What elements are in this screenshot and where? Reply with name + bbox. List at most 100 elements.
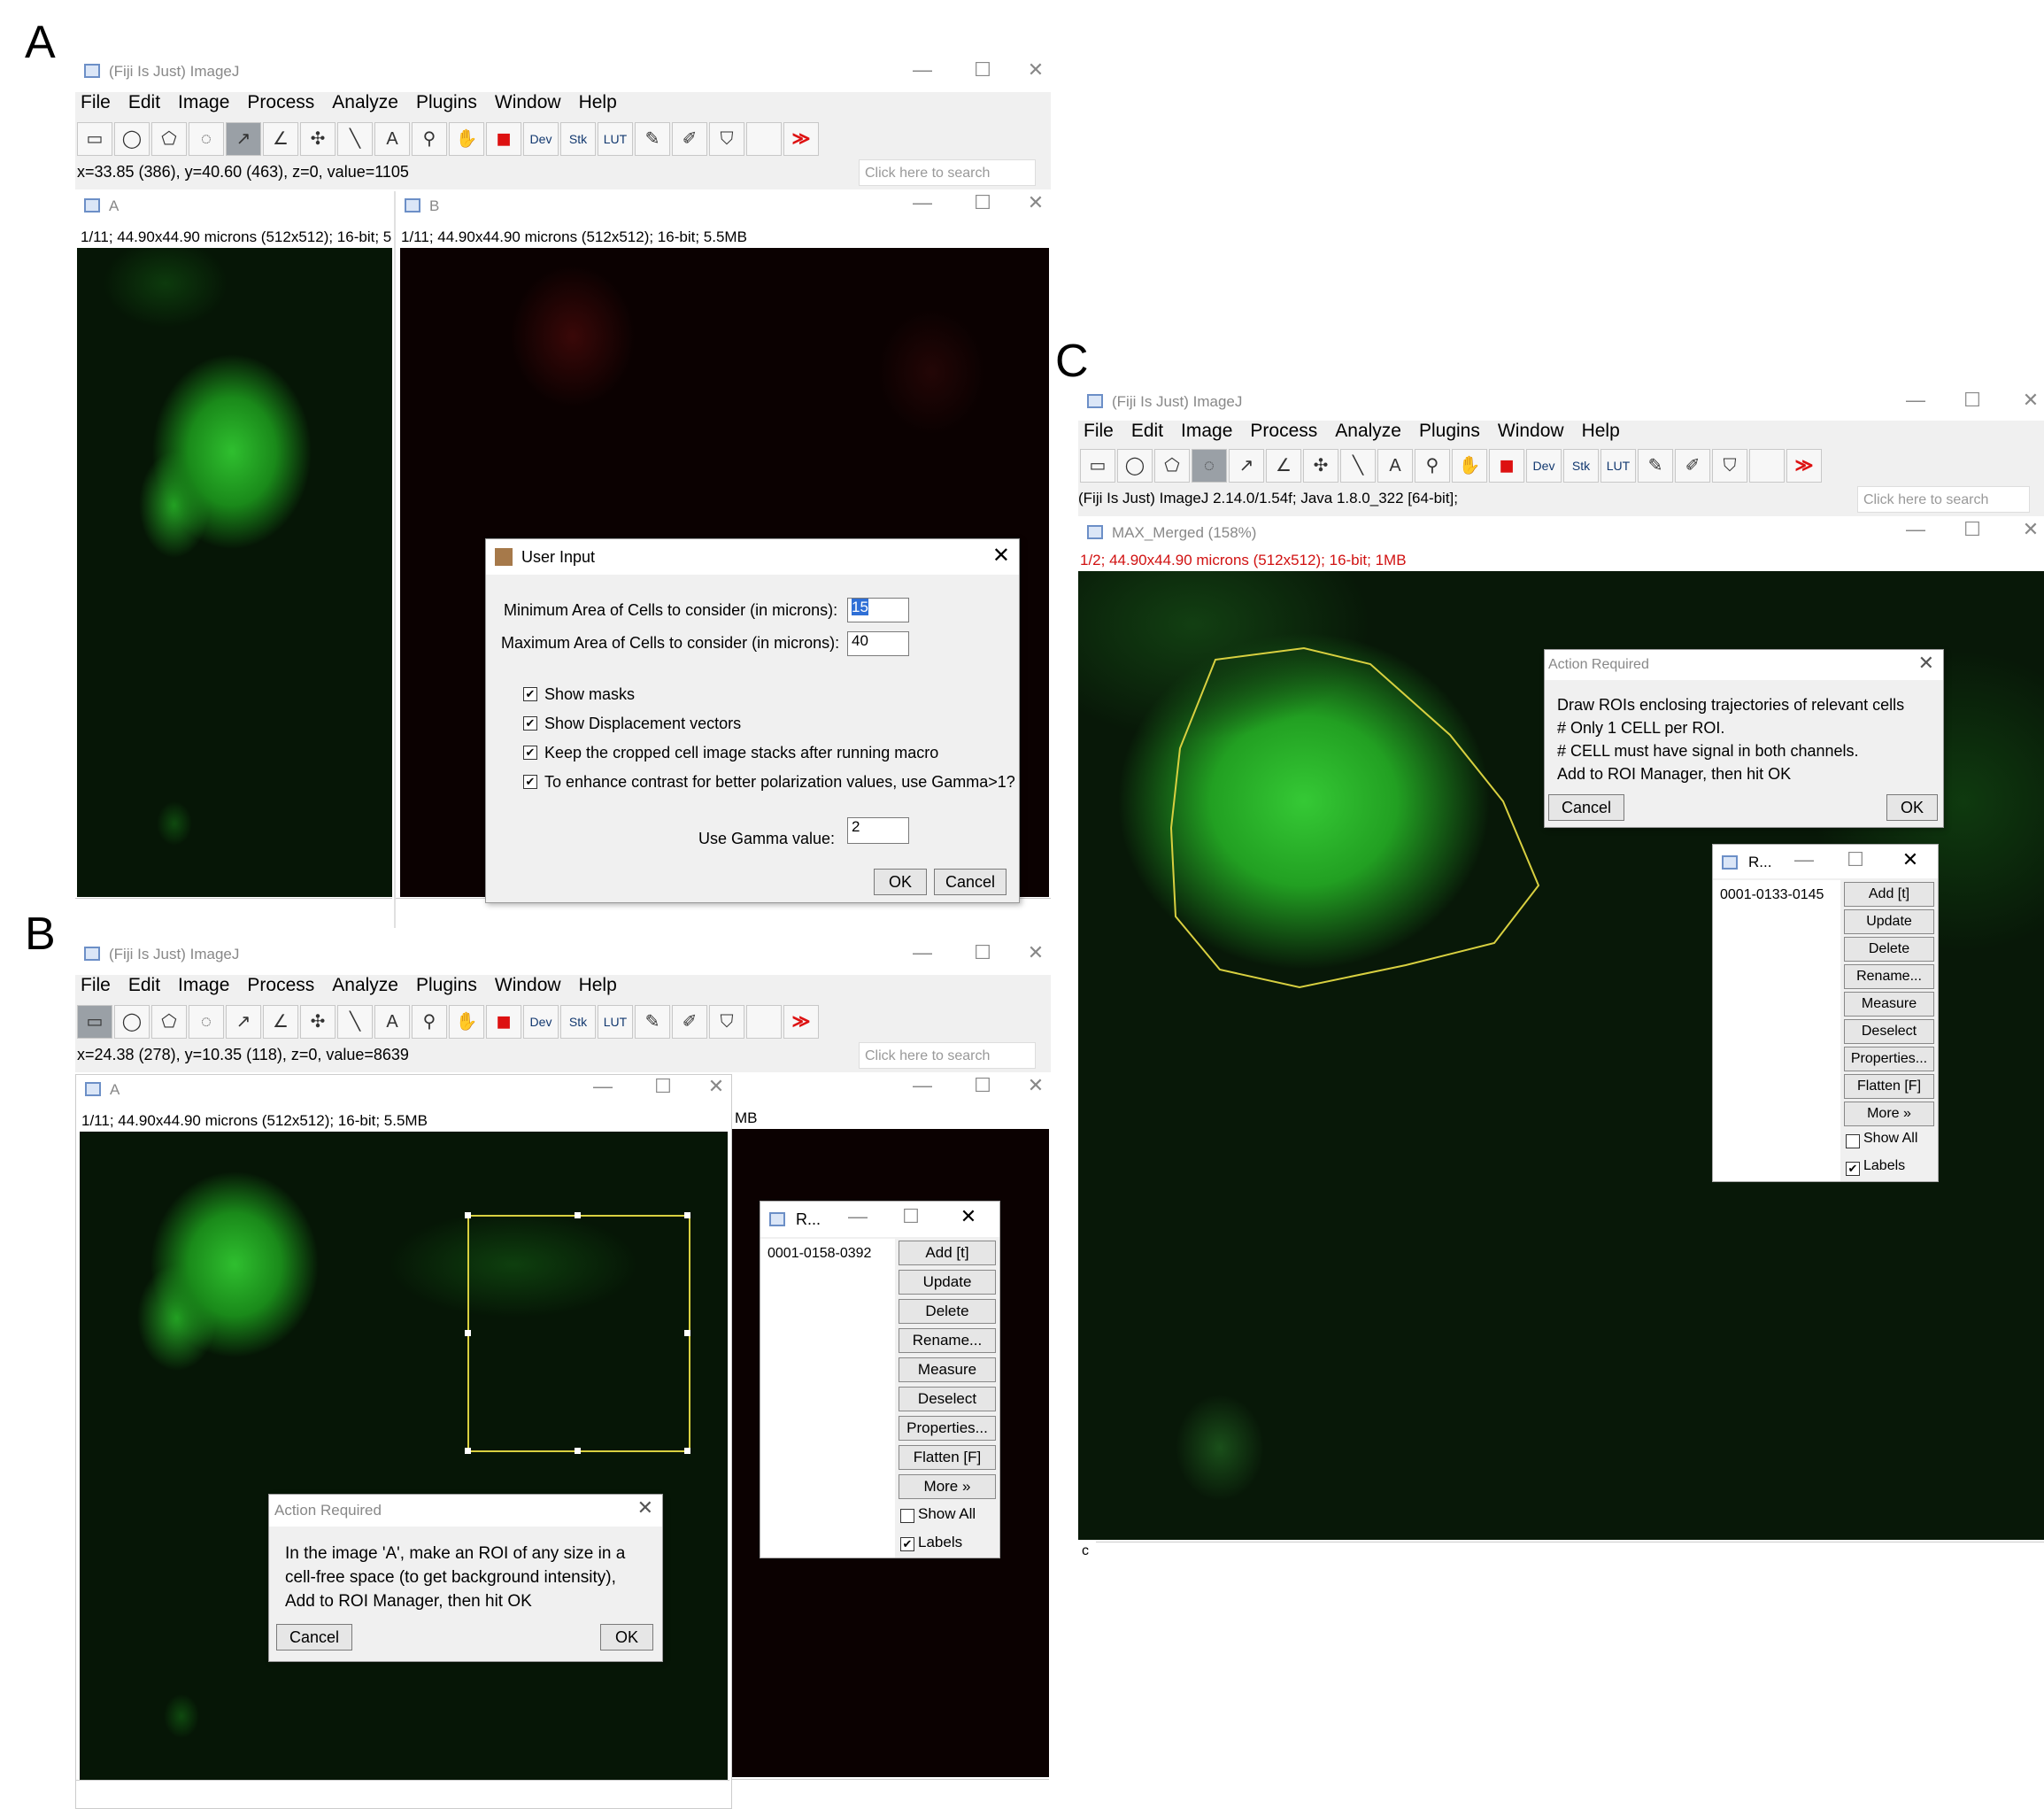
close-button[interactable]: ✕ <box>1022 191 1049 214</box>
oval-tool-icon[interactable]: ◯ <box>114 1005 150 1039</box>
delete-roi-button[interactable]: Delete <box>1844 937 1934 962</box>
properties-button[interactable]: Properties... <box>899 1416 996 1441</box>
add-roi-button[interactable]: Add [t] <box>899 1241 996 1265</box>
polygon-tool-icon[interactable]: ⬠ <box>151 122 187 156</box>
ok-button[interactable]: OK <box>1886 794 1938 821</box>
menu-plugins[interactable]: Plugins <box>416 92 477 113</box>
keep-stacks-checkbox[interactable]: ✔ <box>523 746 537 760</box>
magnifier-tool-icon[interactable]: ⚲ <box>412 1005 447 1039</box>
line-tool-icon[interactable]: ↗ <box>1229 449 1264 483</box>
menu-file[interactable]: File <box>1084 421 1114 442</box>
lut-menu-button[interactable]: LUT <box>1600 449 1636 483</box>
close-icon[interactable]: ✕ <box>1918 652 1934 675</box>
menu-file[interactable]: File <box>81 92 111 113</box>
flatten-button[interactable]: Flatten [F] <box>899 1445 996 1470</box>
flood-fill-tool-icon[interactable]: ⛉ <box>1712 449 1747 483</box>
close-icon[interactable]: ✕ <box>992 543 1010 568</box>
close-button[interactable]: ✕ <box>2017 389 2044 412</box>
update-roi-button[interactable]: Update <box>1844 909 1934 934</box>
rectangle-tool-icon[interactable]: ▭ <box>1080 449 1115 483</box>
close-button[interactable]: ✕ <box>2017 518 2044 541</box>
menu-analyze[interactable]: Analyze <box>1335 421 1401 442</box>
minimize-button[interactable]: — <box>1791 848 1817 871</box>
menu-window[interactable]: Window <box>495 92 561 113</box>
menu-help[interactable]: Help <box>579 92 617 113</box>
measure-button[interactable]: Measure <box>899 1357 996 1382</box>
max-area-input[interactable]: 40 <box>847 631 909 656</box>
ok-button[interactable]: OK <box>874 869 927 895</box>
line-tool-icon[interactable]: ↗ <box>226 122 261 156</box>
menu-edit[interactable]: Edit <box>128 92 160 113</box>
maximize-button[interactable]: ☐ <box>969 58 996 81</box>
minimize-button[interactable]: — <box>909 58 936 81</box>
stk-menu-button[interactable]: Stk <box>560 1005 596 1039</box>
color-picker-icon[interactable]: ◼ <box>486 122 521 156</box>
rectangle-tool-icon[interactable]: ▭ <box>77 122 112 156</box>
roi-handle[interactable] <box>575 1212 581 1218</box>
oval-tool-icon[interactable]: ◯ <box>1117 449 1153 483</box>
wand-tool-icon[interactable]: ╲ <box>337 1005 373 1039</box>
menu-window[interactable]: Window <box>495 975 561 996</box>
minimize-button[interactable]: — <box>1902 518 1929 541</box>
point-tool-icon[interactable]: ✣ <box>300 1005 336 1039</box>
maximize-button[interactable]: ☐ <box>969 941 996 964</box>
hand-tool-icon[interactable]: ✋ <box>1452 449 1487 483</box>
roi-handle[interactable] <box>684 1212 690 1218</box>
roi-list[interactable]: 0001-0133-0145 <box>1713 880 1840 1181</box>
roi-list-item[interactable]: 0001-0158-0392 <box>767 1246 871 1262</box>
freehand-tool-icon[interactable]: ◌ <box>189 122 224 156</box>
text-tool-icon[interactable]: A <box>374 1005 410 1039</box>
labels-checkbox[interactable]: ✔ <box>1846 1162 1860 1176</box>
color-picker-icon[interactable]: ◼ <box>1489 449 1524 483</box>
freehand-tool-icon[interactable]: ◌ <box>1192 449 1227 483</box>
color-picker-icon[interactable]: ◼ <box>486 1005 521 1039</box>
freehand-tool-icon[interactable]: ◌ <box>189 1005 224 1039</box>
update-roi-button[interactable]: Update <box>899 1270 996 1295</box>
text-tool-icon[interactable]: A <box>1377 449 1413 483</box>
wand-tool-icon[interactable]: ╲ <box>1340 449 1376 483</box>
close-button[interactable]: ✕ <box>1897 848 1924 871</box>
angle-tool-icon[interactable]: ∠ <box>263 122 298 156</box>
hand-tool-icon[interactable]: ✋ <box>449 1005 484 1039</box>
gamma-value-input[interactable]: 2 <box>847 817 909 844</box>
menu-edit[interactable]: Edit <box>128 975 160 996</box>
min-area-input[interactable]: 15 <box>847 598 909 622</box>
magnifier-tool-icon[interactable]: ⚲ <box>1415 449 1450 483</box>
search-box[interactable]: Click here to search <box>859 1042 1036 1069</box>
brush-tool-icon[interactable]: ✐ <box>1675 449 1710 483</box>
show-masks-checkbox[interactable]: ✔ <box>523 687 537 701</box>
magnifier-tool-icon[interactable]: ⚲ <box>412 122 447 156</box>
menu-help[interactable]: Help <box>1582 421 1620 442</box>
lut-menu-button[interactable]: LUT <box>598 1005 633 1039</box>
polygon-tool-icon[interactable]: ⬠ <box>151 1005 187 1039</box>
maximize-button[interactable]: ☐ <box>1959 518 1986 541</box>
image-scrollbar[interactable] <box>731 1779 1049 1801</box>
maximize-button[interactable]: ☐ <box>969 1074 996 1097</box>
roi-list[interactable]: 0001-0158-0392 <box>760 1239 895 1558</box>
menu-plugins[interactable]: Plugins <box>1419 421 1480 442</box>
rename-roi-button[interactable]: Rename... <box>1844 964 1934 989</box>
menu-analyze[interactable]: Analyze <box>332 975 398 996</box>
rename-roi-button[interactable]: Rename... <box>899 1328 996 1353</box>
delete-roi-button[interactable]: Delete <box>899 1299 996 1324</box>
menu-window[interactable]: Window <box>1498 421 1564 442</box>
measure-button[interactable]: Measure <box>1844 992 1934 1017</box>
text-tool-icon[interactable]: A <box>374 122 410 156</box>
pencil-tool-icon[interactable]: ✎ <box>1638 449 1673 483</box>
roi-rectangle[interactable] <box>467 1215 690 1452</box>
properties-button[interactable]: Properties... <box>1844 1047 1934 1071</box>
search-box[interactable]: Click here to search <box>859 159 1036 186</box>
minimize-button[interactable]: — <box>909 1074 936 1097</box>
minimize-button[interactable]: — <box>909 191 936 214</box>
stk-menu-button[interactable]: Stk <box>1563 449 1599 483</box>
rectangle-tool-icon[interactable]: ▭ <box>77 1005 112 1039</box>
brush-tool-icon[interactable]: ✐ <box>672 122 707 156</box>
polygon-tool-icon[interactable]: ⬠ <box>1154 449 1190 483</box>
roi-list-item[interactable]: 0001-0133-0145 <box>1720 887 1824 903</box>
close-button[interactable]: ✕ <box>1022 58 1049 81</box>
menu-image[interactable]: Image <box>178 92 229 113</box>
flatten-button[interactable]: Flatten [F] <box>1844 1074 1934 1099</box>
cancel-button[interactable]: Cancel <box>1548 794 1624 821</box>
roi-handle[interactable] <box>575 1448 581 1454</box>
search-box[interactable]: Click here to search <box>1857 486 2030 513</box>
